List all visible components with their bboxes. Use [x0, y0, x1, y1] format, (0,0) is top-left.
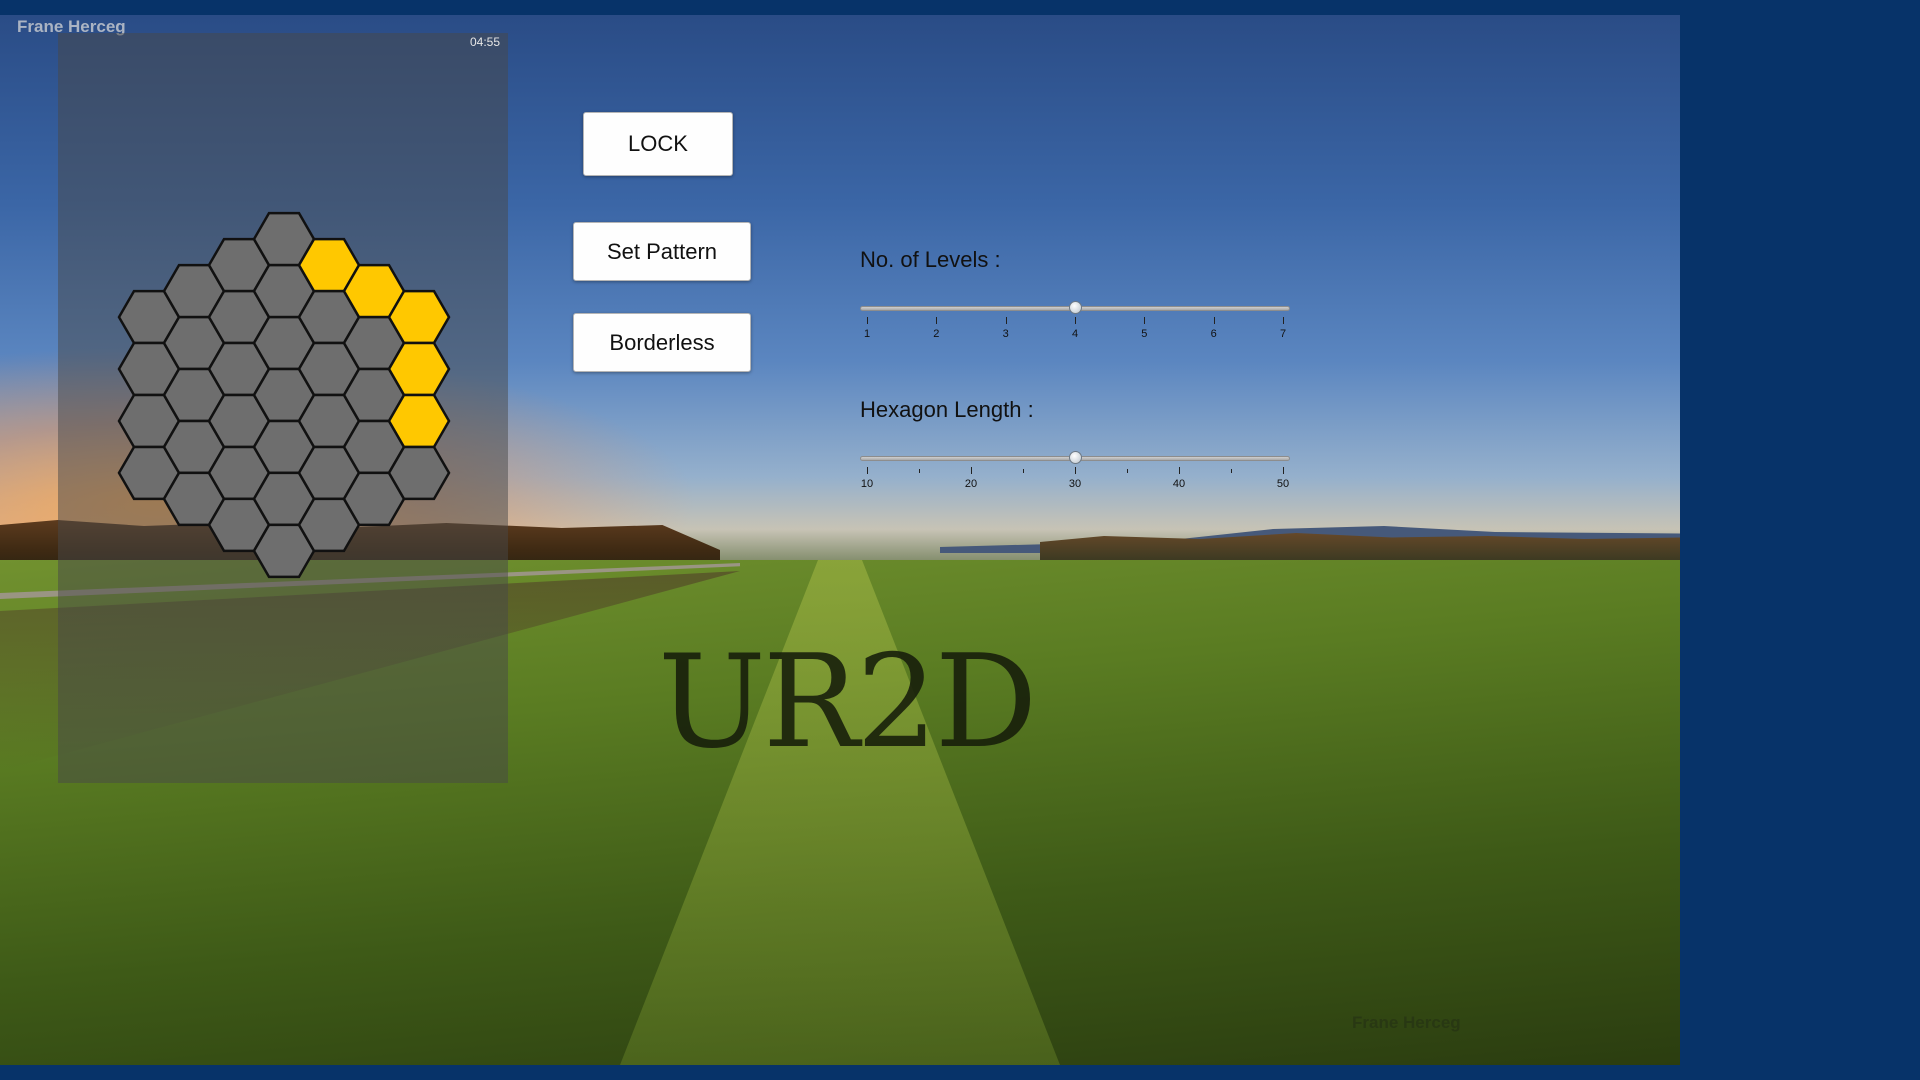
slider-tick	[867, 467, 868, 474]
slider-tick	[936, 317, 938, 324]
slider-tick-label: 7	[1279, 328, 1287, 340]
slider-tick	[867, 317, 868, 324]
slider-tick-label: 1	[863, 328, 871, 340]
levels-slider[interactable]: 1 2 3 4 5 6 7	[860, 300, 1290, 350]
set-pattern-button[interactable]: Set Pattern	[573, 222, 751, 281]
levels-slider-label: No. of Levels :	[860, 247, 1001, 272]
slider-tick	[971, 467, 972, 474]
app-logo-text: UR2D	[658, 628, 1037, 777]
slider-tick-label: 3	[1002, 328, 1009, 340]
slider-thumb[interactable]	[1069, 451, 1082, 464]
slider-minor-tick	[1127, 469, 1128, 473]
slider-tick	[1283, 317, 1284, 324]
slider-tick-label: 2	[933, 328, 940, 340]
slider-tick-label: 40	[1172, 478, 1186, 490]
slider-tick	[1005, 317, 1007, 324]
slider-tick-label: 10	[860, 478, 874, 490]
slider-tick	[1179, 467, 1180, 474]
slider-tick-label: 6	[1210, 328, 1217, 340]
slider-thumb[interactable]	[1069, 301, 1082, 314]
slider-minor-tick	[919, 469, 920, 473]
slider-minor-tick	[1231, 469, 1232, 473]
slider-tick-label: 30	[1068, 478, 1082, 490]
hex-pattern-panel	[58, 33, 508, 783]
photo-watermark-bottom: Frane Herceg	[1352, 1013, 1461, 1032]
slider-tick	[1213, 317, 1215, 324]
slider-tick-label: 5	[1141, 328, 1148, 340]
hex-pattern-grid[interactable]	[58, 33, 508, 783]
slider-minor-tick	[1023, 469, 1024, 473]
slider-tick	[1075, 317, 1076, 324]
slider-tick	[1144, 317, 1146, 324]
slider-tick	[1283, 467, 1284, 474]
slider-tick	[1075, 467, 1076, 474]
slider-tick-label: 20	[964, 478, 978, 490]
slider-tick-label: 4	[1071, 328, 1079, 340]
hexagon-length-slider[interactable]: 10 20 30 40 50	[860, 450, 1290, 500]
lock-button[interactable]: LOCK	[583, 112, 733, 176]
hexagon-length-slider-label: Hexagon Length :	[860, 397, 1034, 422]
clock: 04:55	[470, 35, 501, 49]
borderless-button[interactable]: Borderless	[573, 313, 751, 372]
slider-tick-label: 50	[1276, 478, 1290, 490]
